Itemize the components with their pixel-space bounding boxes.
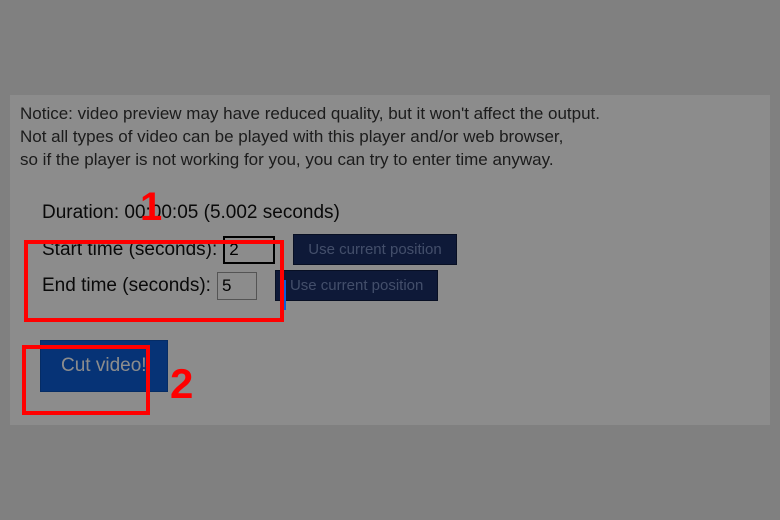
- end-time-label: End time (seconds):: [42, 275, 211, 297]
- start-time-label: Start time (seconds):: [42, 239, 217, 261]
- use-current-end-button[interactable]: Use current position: [275, 270, 438, 301]
- cut-video-button[interactable]: Cut video!: [40, 340, 168, 392]
- end-time-row: End time (seconds): Use current position: [42, 268, 770, 304]
- notice-line-1: Notice: video preview may have reduced q…: [20, 103, 760, 126]
- start-time-row: Start time (seconds): Use current positi…: [42, 232, 770, 268]
- notice-line-3: so if the player is not working for you,…: [20, 149, 760, 172]
- notice-line-2: Not all types of video can be played wit…: [20, 126, 760, 149]
- use-current-start-button[interactable]: Use current position: [293, 234, 456, 265]
- video-cut-panel: Notice: video preview may have reduced q…: [10, 95, 770, 425]
- duration-label: Duration: 00:00:05 (5.002 seconds): [42, 202, 770, 224]
- notice-text: Notice: video preview may have reduced q…: [10, 95, 770, 172]
- start-time-input[interactable]: [223, 236, 275, 264]
- end-time-input[interactable]: [217, 272, 257, 300]
